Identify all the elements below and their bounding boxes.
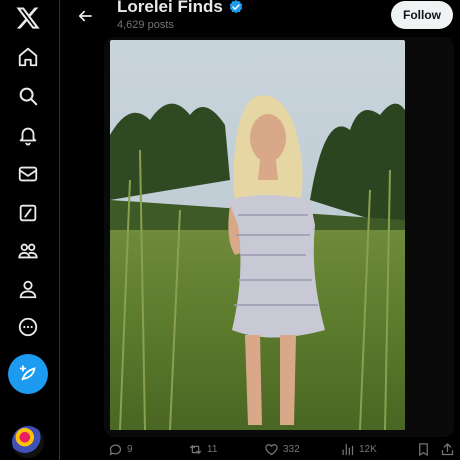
post-photo[interactable] [110, 40, 405, 430]
posts-count: 4,629 posts [117, 19, 174, 31]
bell-icon[interactable] [8, 115, 48, 155]
verified-badge-icon [228, 0, 244, 15]
side-navigation [0, 0, 60, 460]
views-button[interactable]: 12K [340, 440, 377, 458]
mail-icon[interactable] [8, 154, 48, 194]
repost-button[interactable]: 11 [188, 440, 217, 458]
communities-icon[interactable] [8, 231, 48, 271]
repost-count: 11 [207, 443, 218, 455]
post-button[interactable] [8, 354, 48, 394]
follow-button[interactable]: Follow [391, 1, 453, 29]
views-chart-icon [342, 443, 354, 455]
views-count: 12K [359, 443, 377, 455]
x-logo-icon[interactable] [8, 0, 48, 38]
reply-button[interactable]: 9 [108, 440, 133, 458]
like-count: 332 [283, 443, 300, 455]
bookmark-button[interactable] [416, 440, 431, 458]
reply-count: 9 [127, 443, 133, 455]
bookmark-icon [419, 442, 428, 456]
account-avatar[interactable] [12, 426, 44, 458]
like-button[interactable]: 332 [264, 440, 300, 458]
search-icon[interactable] [8, 76, 48, 116]
share-button[interactable] [440, 440, 455, 458]
profile-icon[interactable] [8, 269, 48, 309]
share-icon [441, 442, 454, 455]
profile-name[interactable]: Lorelei Finds [117, 0, 223, 17]
repost-icon [189, 444, 202, 454]
post-actions: 9 11 332 12K [104, 440, 460, 460]
heart-icon [265, 443, 278, 455]
post-icon [19, 365, 36, 381]
grok-icon[interactable] [8, 193, 48, 233]
more-icon[interactable] [8, 307, 48, 347]
home-icon[interactable] [8, 37, 48, 77]
profile-title-row: Lorelei Finds [117, 0, 244, 17]
back-arrow-icon[interactable] [74, 5, 96, 27]
reply-icon [109, 444, 122, 456]
